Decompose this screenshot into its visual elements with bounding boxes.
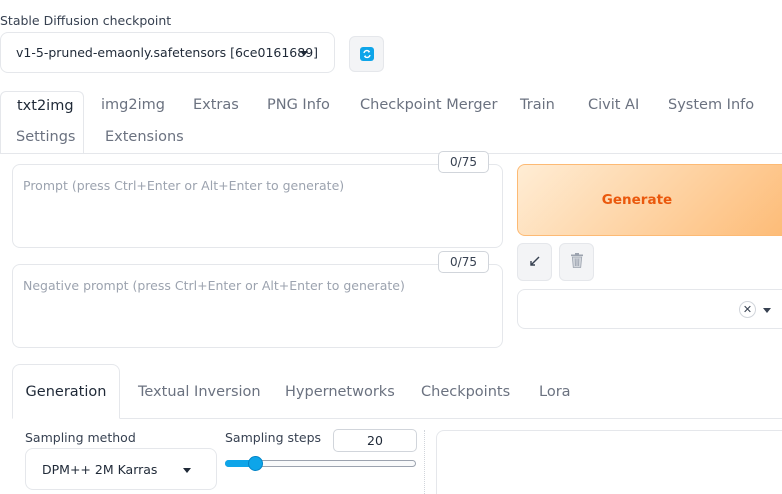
tab-img2img[interactable]: img2img <box>101 97 165 113</box>
arrow-icon <box>529 253 541 271</box>
tabs-divider <box>0 153 782 154</box>
tab-hypernetworks[interactable]: Hypernetworks <box>285 384 395 400</box>
output-gallery <box>436 430 782 494</box>
trash-icon <box>569 252 585 273</box>
checkpoint-label: Stable Diffusion checkpoint <box>0 13 172 28</box>
generate-label: Generate <box>601 192 673 208</box>
tab-lora[interactable]: Lora <box>539 384 571 400</box>
styles-select[interactable]: ✕ <box>517 289 782 329</box>
generate-button[interactable]: Generate <box>517 164 782 236</box>
chevron-down-icon <box>183 468 191 473</box>
sampling-steps-input[interactable]: 20 <box>333 429 417 452</box>
checkpoint-select[interactable]: v1-5-pruned-emaonly.safetensors [6ce0161… <box>0 32 335 73</box>
close-icon[interactable]: ✕ <box>739 301 756 318</box>
sampling-method-select[interactable]: DPM++ 2M Karras <box>25 448 217 490</box>
negative-prompt-input[interactable]: Negative prompt (press Ctrl+Enter or Alt… <box>12 264 503 348</box>
tab-extras[interactable]: Extras <box>193 97 239 113</box>
checkpoint-value: v1-5-pruned-emaonly.safetensors [6ce0161… <box>16 45 319 60</box>
refresh-checkpoint-button[interactable] <box>349 36 384 72</box>
sampling-steps-slider-handle[interactable] <box>247 456 263 471</box>
tab-generation[interactable]: Generation <box>12 364 120 419</box>
prompt-input[interactable]: Prompt (press Ctrl+Enter or Alt+Enter to… <box>12 164 503 248</box>
sampling-method-value: DPM++ 2M Karras <box>42 461 158 477</box>
generation-tabs-divider <box>12 418 782 419</box>
chevron-down-icon <box>300 51 308 56</box>
tab-extensions[interactable]: Extensions <box>105 129 184 145</box>
prompt-placeholder: Prompt (press Ctrl+Enter or Alt+Enter to… <box>23 178 345 193</box>
tab-train[interactable]: Train <box>520 97 555 113</box>
prompt-token-counter: 0/75 <box>438 151 489 173</box>
tab-textual-inversion[interactable]: Textual Inversion <box>138 384 261 400</box>
tab-checkpoints[interactable]: Checkpoints <box>421 384 510 400</box>
negative-prompt-placeholder: Negative prompt (press Ctrl+Enter or Alt… <box>23 278 405 293</box>
sampling-method-label: Sampling method <box>25 430 136 445</box>
negative-prompt-token-counter: 0/75 <box>438 251 489 273</box>
read-generation-params-button[interactable] <box>517 243 552 281</box>
clear-prompt-button[interactable] <box>559 243 594 281</box>
tab-civit-ai[interactable]: Civit AI <box>588 97 639 113</box>
chevron-down-icon[interactable] <box>763 308 771 313</box>
panel-divider <box>424 430 425 494</box>
webui-root: Stable Diffusion checkpoint v1-5-pruned-… <box>0 0 782 494</box>
tab-system-info[interactable]: System Info <box>668 97 754 113</box>
refresh-icon <box>359 47 374 61</box>
sampling-steps-label: Sampling steps <box>225 430 322 445</box>
tab-settings[interactable]: Settings <box>16 129 75 145</box>
tab-png-info[interactable]: PNG Info <box>267 97 330 113</box>
tab-checkpoint-merger[interactable]: Checkpoint Merger <box>360 97 497 113</box>
